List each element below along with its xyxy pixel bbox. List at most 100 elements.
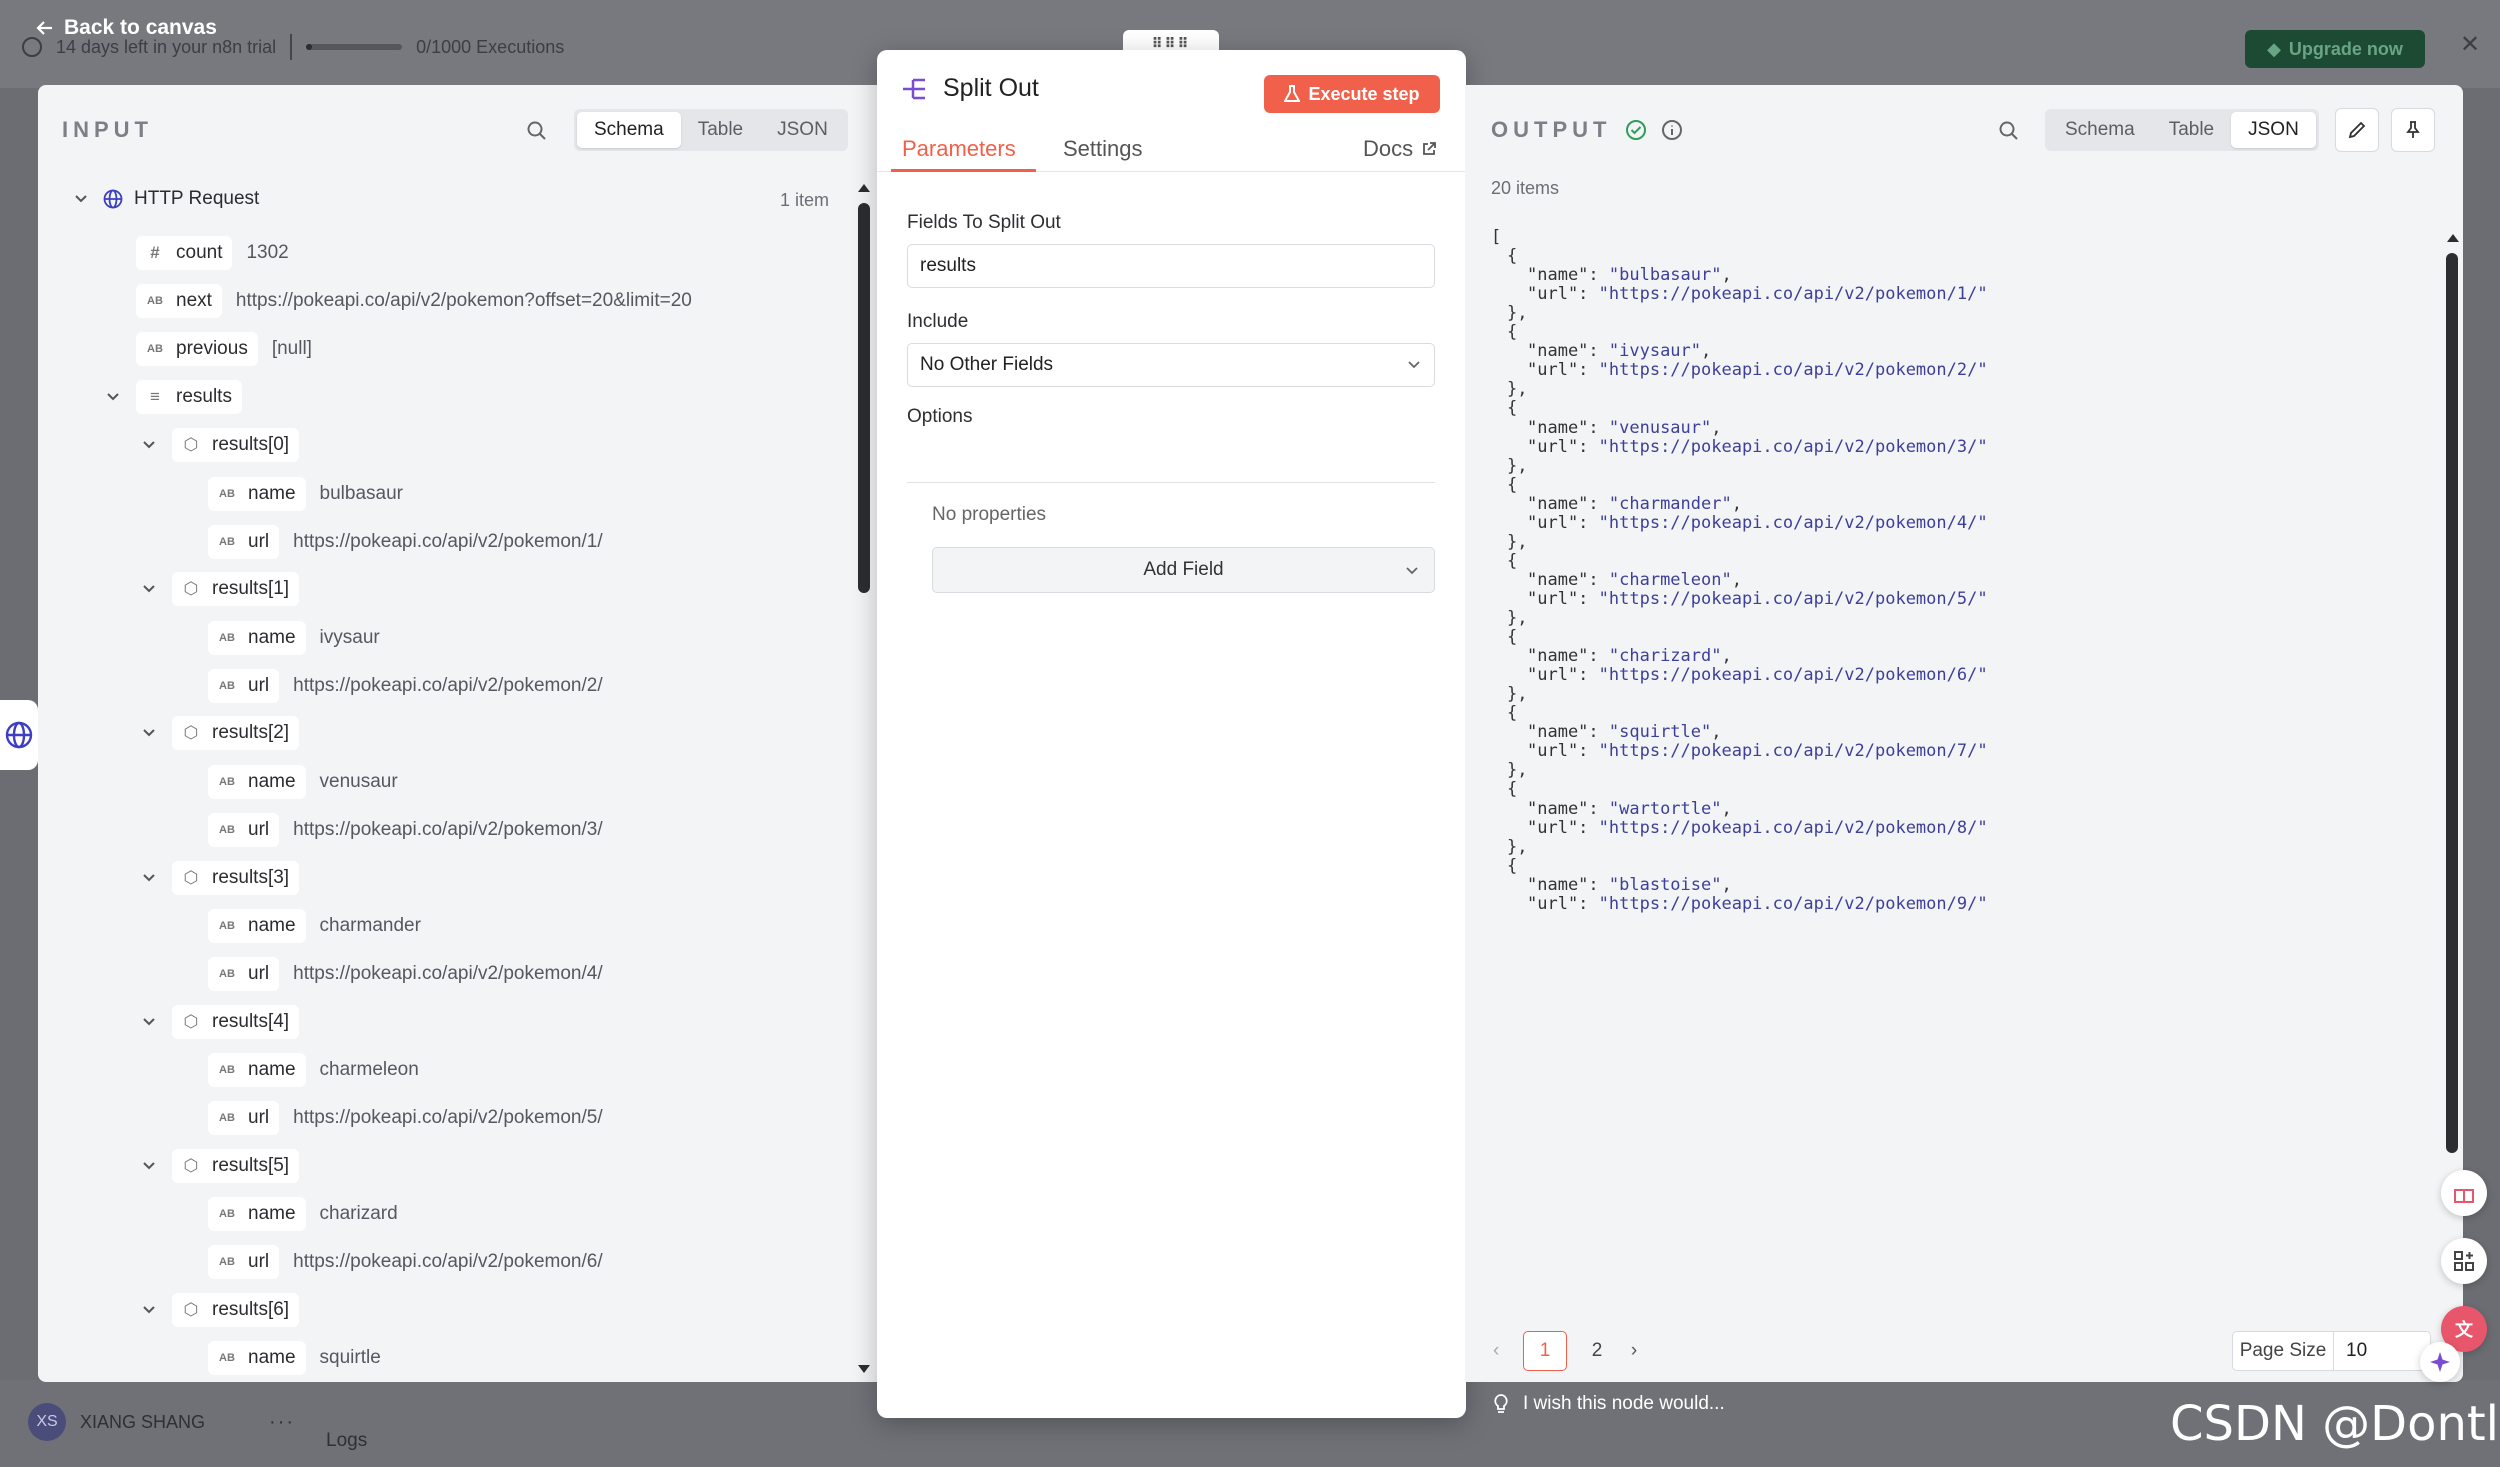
object-pill[interactable]: ⬡ results[5] <box>172 1149 300 1183</box>
tree-row-name[interactable]: AB name bulbasaur <box>208 477 403 511</box>
node-feedback-link[interactable]: I wish this node would... <box>1493 1393 1725 1415</box>
object-pill[interactable]: ⬡ results[0] <box>172 428 300 462</box>
field-pill-name[interactable]: AB name <box>208 1341 306 1375</box>
scroll-up-icon[interactable] <box>2445 230 2461 244</box>
field-pill-name[interactable]: AB name <box>208 477 306 511</box>
tree-row-name[interactable]: AB name charmander <box>208 909 421 943</box>
tree-row-result-object[interactable]: ⬡ results[0] <box>142 428 300 462</box>
tree-row-result-object[interactable]: ⬡ results[1] <box>142 572 300 606</box>
field-pill-name[interactable]: AB name <box>208 1053 306 1087</box>
tree-row-result-object[interactable]: ⬡ results[2] <box>142 716 300 750</box>
logs-label[interactable]: Logs <box>326 1430 367 1452</box>
pin-output-button[interactable] <box>2391 108 2435 152</box>
page-size-input[interactable]: 10 <box>2333 1331 2431 1371</box>
input-view-schema[interactable]: Schema <box>577 112 681 148</box>
execute-step-button[interactable]: Execute step <box>1264 75 1440 113</box>
field-pill-name[interactable]: AB name <box>208 765 306 799</box>
output-scrollbar[interactable] <box>2446 253 2458 1153</box>
search-icon[interactable] <box>1998 120 2020 142</box>
object-pill[interactable]: ⬡ results[4] <box>172 1005 300 1039</box>
field-pill-name[interactable]: AB name <box>208 1197 306 1231</box>
tree-row-name[interactable]: AB name charmeleon <box>208 1053 419 1087</box>
field-pill-results[interactable]: ≡ results <box>136 380 242 414</box>
widgets-button[interactable] <box>2441 1238 2487 1284</box>
tree-row-results[interactable]: ≡ results <box>106 380 242 414</box>
tree-row-result-object[interactable]: ⬡ results[6] <box>142 1293 300 1327</box>
chevron-down-icon[interactable] <box>142 438 156 452</box>
docs-link[interactable]: Docs <box>1363 136 1437 162</box>
chevron-right-icon[interactable]: › <box>1619 1340 1649 1362</box>
info-icon[interactable] <box>1661 119 1683 141</box>
search-icon[interactable] <box>526 120 548 142</box>
input-item-count: 1 item <box>780 190 830 210</box>
user-menu[interactable]: XS XIANG SHANG ··· <box>28 1403 295 1441</box>
scroll-down-icon[interactable] <box>856 1363 872 1377</box>
tree-row-url[interactable]: AB url https://pokeapi.co/api/v2/pokemon/… <box>208 669 603 703</box>
tree-row-name[interactable]: AB name charizard <box>208 1197 398 1231</box>
object-pill[interactable]: ⬡ results[6] <box>172 1293 300 1327</box>
chevron-down-icon[interactable] <box>142 1159 156 1173</box>
chevron-down-icon[interactable] <box>142 1015 156 1029</box>
object-pill[interactable]: ⬡ results[2] <box>172 716 300 750</box>
tree-row-count[interactable]: # count 1302 <box>136 236 289 270</box>
tab-settings[interactable]: Settings <box>1063 136 1143 162</box>
add-field-button[interactable]: Add Field <box>932 547 1435 593</box>
assistant-button[interactable] <box>2420 1342 2460 1382</box>
tree-row-result-object[interactable]: ⬡ results[3] <box>142 861 300 895</box>
field-pill-url[interactable]: AB url <box>208 1245 280 1279</box>
page-button-1[interactable]: 1 <box>1523 1331 1567 1371</box>
edit-output-button[interactable] <box>2335 108 2379 152</box>
tree-row-url[interactable]: AB url https://pokeapi.co/api/v2/pokemon/… <box>208 813 603 847</box>
fields-to-split-out-input[interactable]: results <box>907 244 1435 288</box>
tree-row-http-request[interactable]: HTTP Request <box>74 182 269 216</box>
page-button-2[interactable]: 2 <box>1575 1331 1619 1371</box>
object-pill[interactable]: ⬡ results[3] <box>172 861 300 895</box>
output-view-table[interactable]: Table <box>2152 112 2231 148</box>
field-pill-name[interactable]: AB name <box>208 909 306 943</box>
back-to-canvas-button[interactable]: Back to canvas <box>36 16 217 40</box>
chevron-down-icon[interactable] <box>142 871 156 885</box>
more-icon[interactable]: ··· <box>269 1411 295 1434</box>
field-pill-url[interactable]: AB url <box>208 1101 280 1135</box>
close-icon[interactable]: ✕ <box>2460 30 2480 59</box>
output-view-schema[interactable]: Schema <box>2048 112 2152 148</box>
tree-row-name[interactable]: AB name venusaur <box>208 765 398 799</box>
tree-row-name[interactable]: AB name squirtle <box>208 1341 381 1375</box>
output-view-json[interactable]: JSON <box>2231 112 2316 148</box>
field-pill-previous[interactable]: AB previous <box>136 332 258 366</box>
tree-row-next[interactable]: AB next https://pokeapi.co/api/v2/pokemon… <box>136 284 692 318</box>
tree-row-result-object[interactable]: ⬡ results[4] <box>142 1005 300 1039</box>
input-view-table[interactable]: Table <box>681 112 760 148</box>
tree-row-url[interactable]: AB url https://pokeapi.co/api/v2/pokemon/… <box>208 1101 603 1135</box>
field-pill-url[interactable]: AB url <box>208 525 280 559</box>
input-view-json[interactable]: JSON <box>760 112 845 148</box>
input-scrollbar[interactable] <box>858 203 870 593</box>
tree-row-url[interactable]: AB url https://pokeapi.co/api/v2/pokemon/… <box>208 525 603 559</box>
field-pill-count[interactable]: # count <box>136 236 233 270</box>
field-pill-url[interactable]: AB url <box>208 669 280 703</box>
input-node-tab[interactable] <box>0 700 38 770</box>
tree-row-previous[interactable]: AB previous [null] <box>136 332 312 366</box>
chevron-down-icon[interactable] <box>142 582 156 596</box>
upgrade-button[interactable]: ◆ Upgrade now <box>2245 30 2425 68</box>
scroll-up-icon[interactable] <box>856 180 872 194</box>
field-pill-url[interactable]: AB url <box>208 813 280 847</box>
tab-parameters[interactable]: Parameters <box>902 136 1016 162</box>
chevron-down-icon[interactable] <box>106 390 120 404</box>
object-pill[interactable]: ⬡ results[1] <box>172 572 300 606</box>
add-field-label: Add Field <box>1143 559 1224 580</box>
include-select[interactable]: No Other Fields <box>907 343 1435 387</box>
field-pill-url[interactable]: AB url <box>208 957 280 991</box>
field-pill-next[interactable]: AB next <box>136 284 222 318</box>
options-divider <box>907 482 1435 483</box>
tree-row-url[interactable]: AB url https://pokeapi.co/api/v2/pokemon/… <box>208 957 603 991</box>
field-pill-name[interactable]: AB name <box>208 621 306 655</box>
chevron-down-icon[interactable] <box>142 726 156 740</box>
chevron-down-icon[interactable] <box>74 192 88 206</box>
tree-row-url[interactable]: AB url https://pokeapi.co/api/v2/pokemon/… <box>208 1245 603 1279</box>
gift-button[interactable] <box>2441 1170 2487 1216</box>
tree-row-result-object[interactable]: ⬡ results[5] <box>142 1149 300 1183</box>
chevron-down-icon[interactable] <box>142 1303 156 1317</box>
tree-row-name[interactable]: AB name ivysaur <box>208 621 380 655</box>
chevron-left-icon[interactable]: ‹ <box>1493 1340 1523 1362</box>
